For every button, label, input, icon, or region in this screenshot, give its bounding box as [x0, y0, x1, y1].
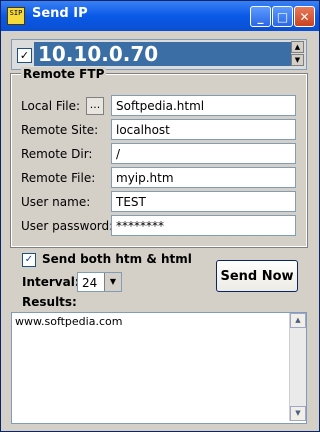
minimize-icon: _ — [257, 9, 264, 24]
results-scrollbar[interactable]: ▲ ▼ — [289, 313, 306, 421]
spin-down-icon[interactable]: ▼ — [291, 54, 304, 66]
close-button[interactable]: ✕ — [294, 6, 315, 27]
spin-up-icon[interactable]: ▲ — [291, 41, 304, 53]
user-name-input[interactable]: TEST — [111, 191, 296, 212]
scroll-down-icon[interactable]: ▼ — [290, 406, 306, 421]
remote-site-label: Remote Site: — [21, 123, 99, 137]
send-now-button[interactable]: Send Now — [216, 260, 298, 292]
maximize-button[interactable]: □ — [272, 6, 293, 27]
scroll-up-icon[interactable]: ▲ — [290, 313, 306, 328]
chevron-down-icon[interactable]: ▼ — [104, 273, 121, 291]
minimize-button[interactable]: _ — [250, 6, 271, 27]
close-icon: ✕ — [299, 9, 310, 24]
send-both-label: Send both htm & html — [42, 252, 192, 266]
results-label: Results: — [22, 295, 77, 309]
remote-file-input[interactable]: myip.htm — [111, 167, 296, 188]
ip-address-field[interactable]: 10.10.0.70 — [34, 42, 291, 66]
local-file-label: Local File: — [21, 99, 81, 113]
app-icon: SIP — [7, 7, 25, 25]
title-bar[interactable]: SIP Send IP _ □ ✕ — [1, 1, 319, 31]
remote-dir-input[interactable]: / — [111, 143, 296, 164]
local-file-input[interactable]: Softpedia.html — [111, 95, 296, 116]
send-ip-window: SIP Send IP _ □ ✕ ✓ 10.10.0.70 ▲ ▼ Remot… — [0, 0, 320, 432]
user-password-input[interactable]: ******** — [111, 215, 296, 236]
remote-dir-label: Remote Dir: — [21, 147, 93, 161]
send-both-checkbox[interactable]: ✓ — [22, 253, 36, 267]
results-text: www.softpedia.com — [15, 315, 123, 328]
interval-value: 24 — [82, 276, 98, 290]
remote-ftp-group: Remote FTP Local File: ... Softpedia.htm… — [10, 67, 308, 248]
interval-label: Interval: — [22, 275, 80, 289]
remote-site-input[interactable]: localhost — [111, 119, 296, 140]
window-title: Send IP — [32, 6, 88, 21]
results-textarea[interactable]: www.softpedia.com ▲ ▼ — [11, 312, 307, 424]
maximize-icon: □ — [276, 9, 289, 24]
remote-file-label: Remote File: — [21, 171, 96, 185]
remote-ftp-title: Remote FTP — [21, 67, 107, 81]
browse-button[interactable]: ... — [86, 97, 104, 115]
user-password-label: User password: — [21, 219, 114, 233]
interval-select[interactable]: 24 ▼ — [77, 272, 122, 292]
user-name-label: User name: — [21, 195, 91, 209]
ip-spin-control[interactable]: ▲ ▼ — [291, 41, 304, 67]
ip-checkbox[interactable]: ✓ — [17, 48, 32, 63]
ip-selector: ✓ 10.10.0.70 ▲ ▼ — [11, 39, 307, 70]
